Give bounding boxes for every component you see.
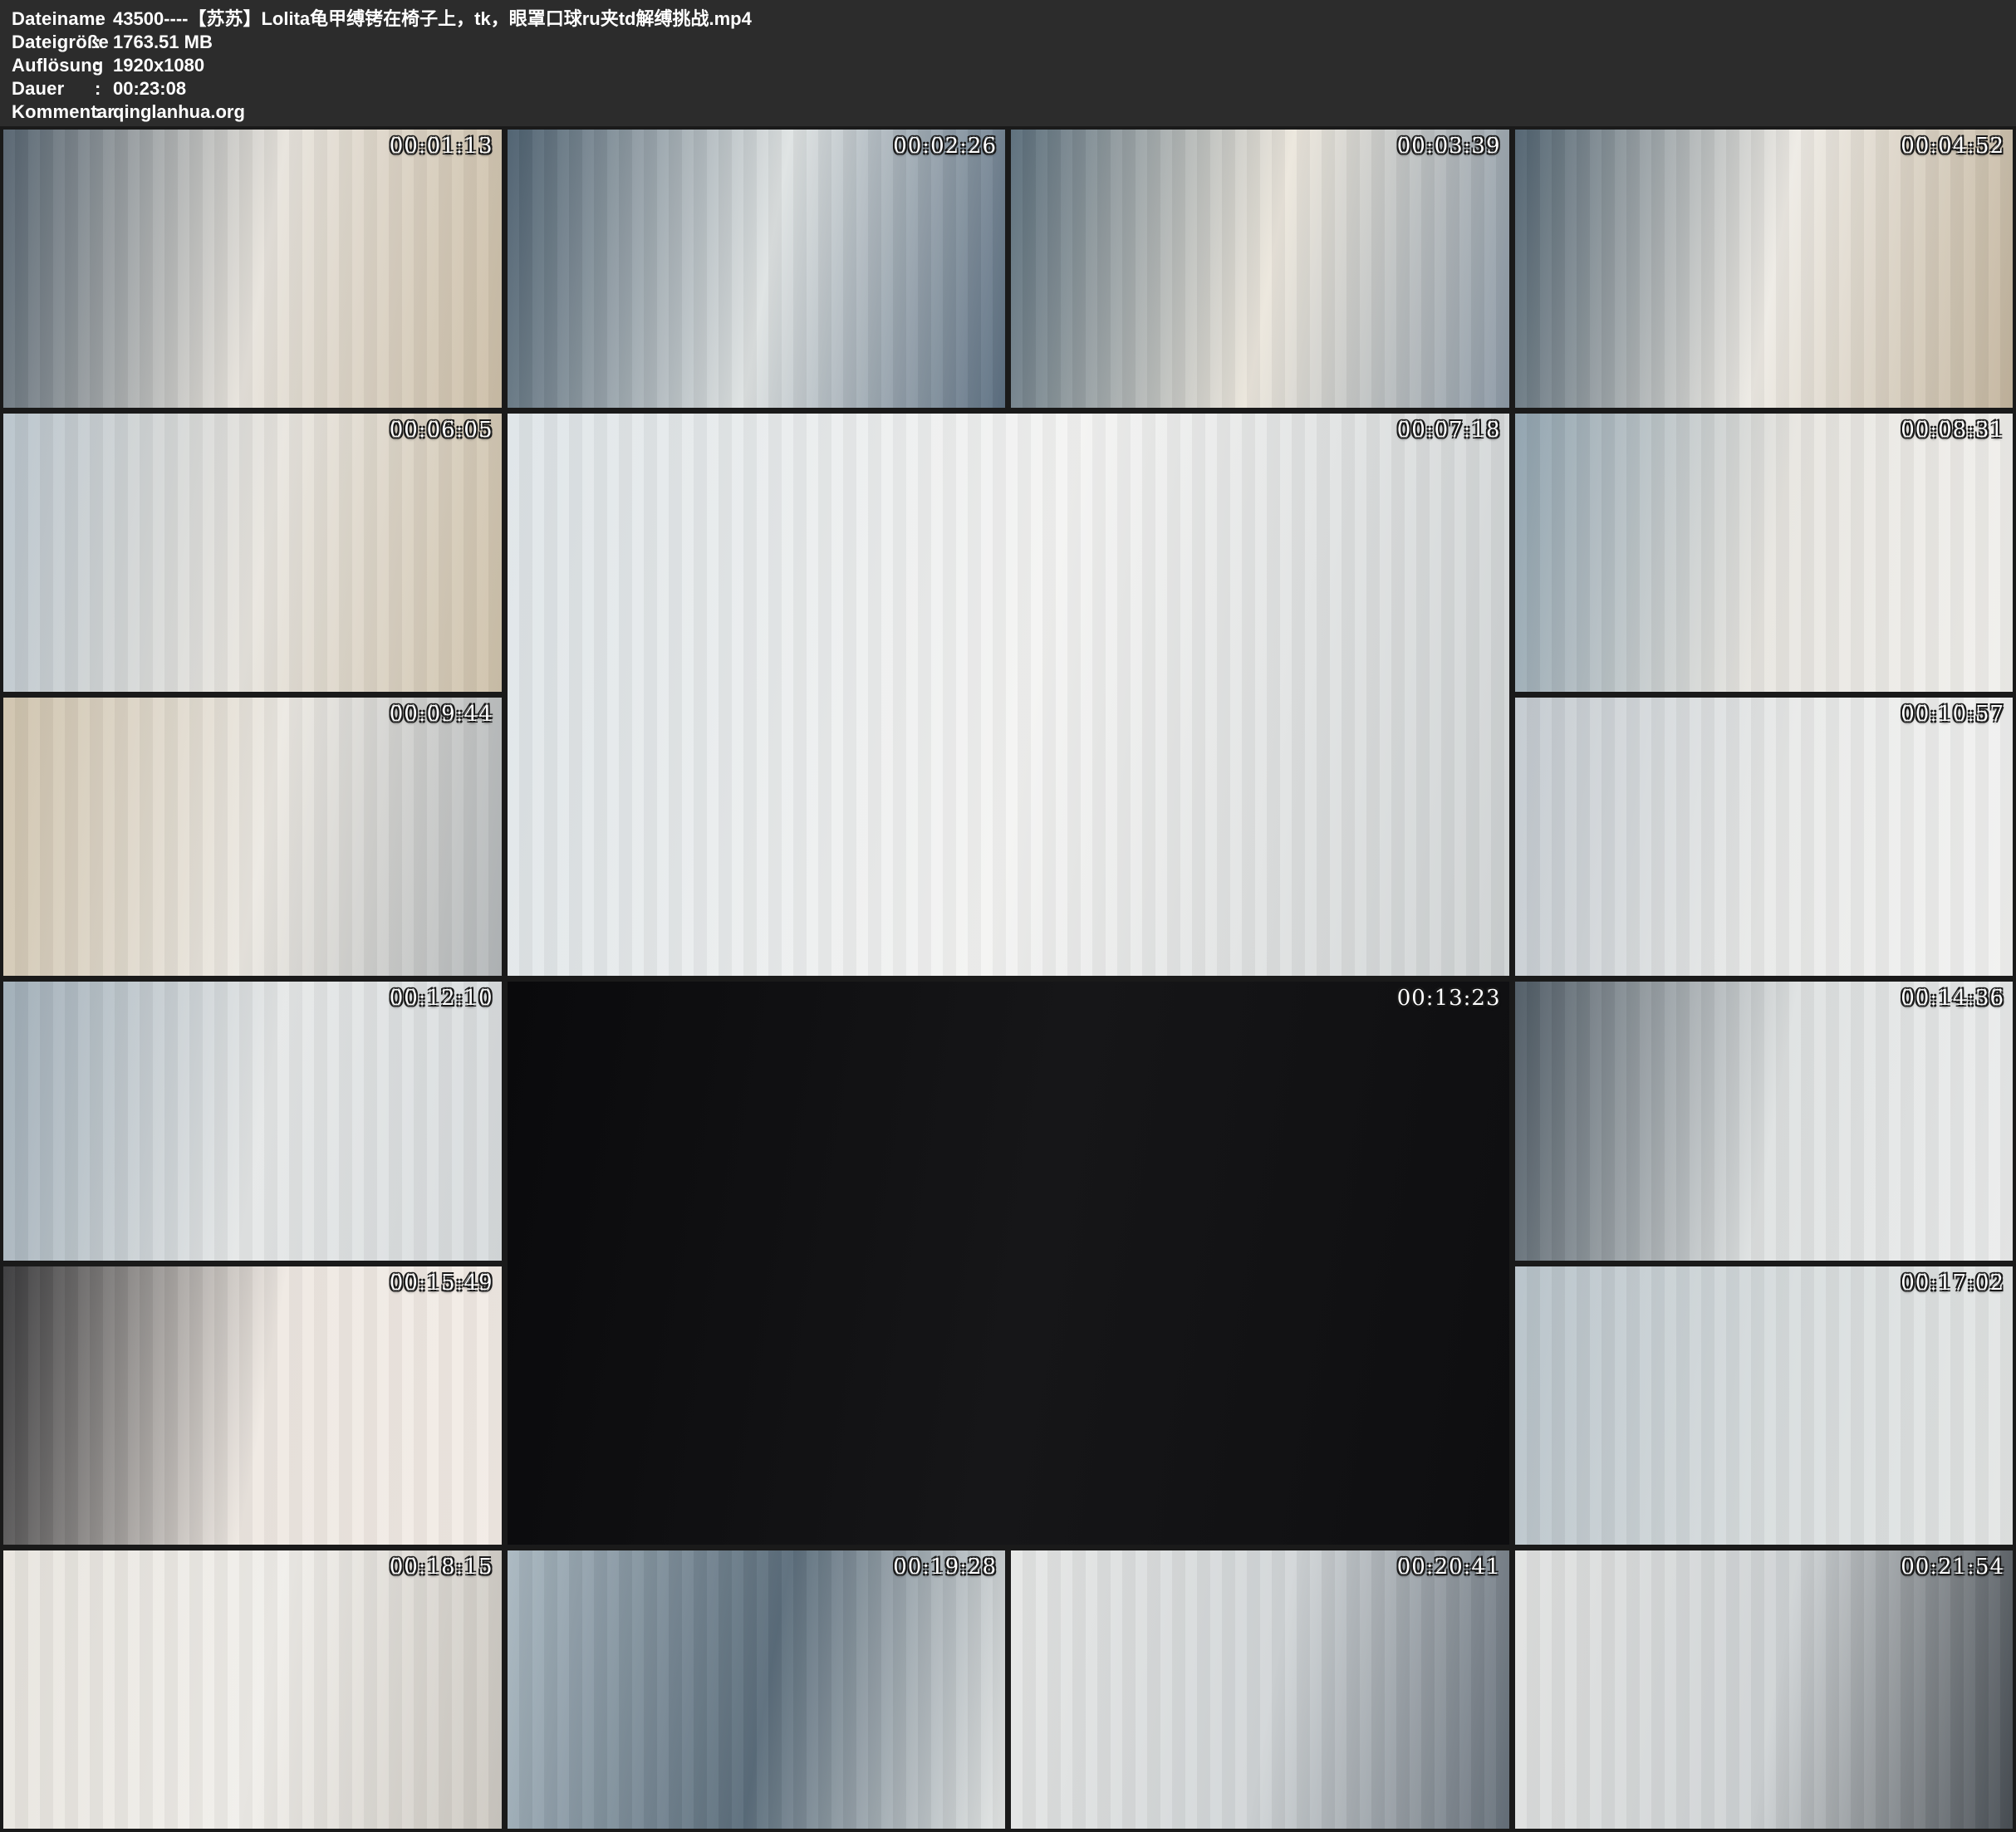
field-value-dateigroesse: 1763.51 MB: [113, 31, 2004, 54]
video-thumbnail-large: 00:13:23: [508, 982, 1509, 1544]
timestamp-badge: 00:07:18: [1397, 418, 1501, 443]
video-thumbnail: 00:21:54: [1515, 1550, 2014, 1829]
video-thumbnail: 00:19:28: [508, 1550, 1006, 1829]
timestamp-badge: 00:12:10: [390, 986, 493, 1011]
timestamp-badge: 00:01:13: [390, 134, 493, 159]
video-thumbnail: 00:02:26: [508, 130, 1006, 408]
timestamp-badge: 00:20:41: [1397, 1555, 1501, 1580]
video-thumbnail: 00:08:31: [1515, 414, 2014, 692]
timestamp-badge: 00:15:49: [390, 1271, 493, 1296]
field-label-dateiname: Dateiname: [12, 7, 95, 31]
video-thumbnail: 00:03:39: [1011, 130, 1509, 408]
timestamp-badge: 00:03:39: [1397, 134, 1501, 159]
timestamp-badge: 00:02:26: [893, 134, 997, 159]
metadata-row-filename: Dateiname : 43500----【苏苏】Lolita龟甲缚铐在椅子上，…: [12, 7, 2004, 31]
timestamp-badge: 00:06:05: [390, 418, 493, 443]
field-separator: :: [95, 7, 113, 31]
timestamp-badge: 00:17:02: [1901, 1271, 2004, 1296]
video-thumbnail: 00:01:13: [3, 130, 502, 408]
field-value-aufloesung: 1920x1080: [113, 54, 2004, 77]
timestamp-badge: 00:19:28: [893, 1555, 997, 1580]
timestamp-badge: 00:13:23: [1397, 986, 1501, 1011]
metadata-row-resolution: Auflösung : 1920x1080: [12, 54, 2004, 77]
field-value-kommentar: qinglanhua.org: [113, 100, 2004, 124]
metadata-row-comment: Kommentar : qinglanhua.org: [12, 100, 2004, 124]
video-thumbnail: 00:20:41: [1011, 1550, 1509, 1829]
video-thumbnail: 00:12:10: [3, 982, 502, 1260]
video-thumbnail: 00:17:02: [1515, 1266, 2014, 1545]
video-thumbnail: 00:15:49: [3, 1266, 502, 1545]
field-label-dateigroesse: Dateigröße: [12, 31, 95, 54]
video-thumbnail: 00:18:15: [3, 1550, 502, 1829]
video-thumbnail: 00:10:57: [1515, 698, 2014, 976]
field-separator: :: [95, 77, 113, 100]
field-value-dauer: 00:23:08: [113, 77, 2004, 100]
timestamp-badge: 00:09:44: [390, 702, 493, 727]
video-thumbnail: 00:09:44: [3, 698, 502, 976]
metadata-row-filesize: Dateigröße : 1763.51 MB: [12, 31, 2004, 54]
timestamp-badge: 00:04:52: [1901, 134, 2004, 159]
video-thumbnail-large: 00:07:18: [508, 414, 1509, 976]
video-thumbnail: 00:14:36: [1515, 982, 2014, 1260]
field-label-aufloesung: Auflösung: [12, 54, 95, 77]
field-label-dauer: Dauer: [12, 77, 95, 100]
metadata-row-duration: Dauer : 00:23:08: [12, 77, 2004, 100]
field-label-kommentar: Kommentar: [12, 100, 95, 124]
timestamp-badge: 00:10:57: [1901, 702, 2004, 727]
timestamp-badge: 00:18:15: [390, 1555, 493, 1580]
field-separator: :: [95, 31, 113, 54]
timestamp-badge: 00:08:31: [1901, 418, 2004, 443]
field-separator: :: [95, 54, 113, 77]
timestamp-badge: 00:21:54: [1901, 1555, 2004, 1580]
field-value-dateiname: 43500----【苏苏】Lolita龟甲缚铐在椅子上，tk，眼罩口球ru夹td…: [113, 7, 2004, 31]
video-thumbnail: 00:04:52: [1515, 130, 2014, 408]
timestamp-badge: 00:14:36: [1901, 986, 2004, 1011]
metadata-header: Dateiname : 43500----【苏苏】Lolita龟甲缚铐在椅子上，…: [0, 0, 2016, 126]
video-thumbnail: 00:06:05: [3, 414, 502, 692]
field-separator: :: [95, 100, 113, 124]
thumbnail-grid: 00:01:13 00:02:26 00:03:39 00:04:52 00:0…: [0, 126, 2016, 1832]
